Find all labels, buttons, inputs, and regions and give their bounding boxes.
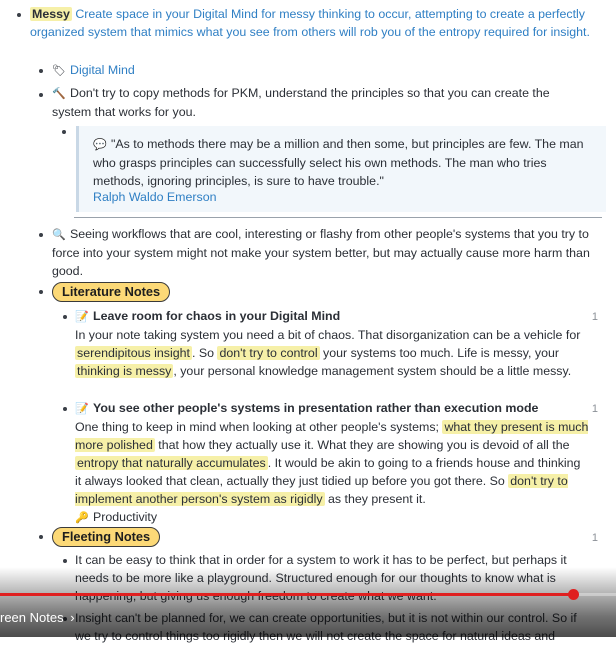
chapter-title: reen Notes bbox=[0, 610, 64, 625]
video-progress-bar[interactable] bbox=[0, 589, 616, 600]
list-item-digital-mind[interactable]: 🏷 Digital Mind bbox=[52, 61, 135, 80]
fleeting-notes-row: Fleeting Notes bbox=[52, 527, 161, 547]
highlight-entropy: entropy that naturally accumulates bbox=[75, 456, 268, 470]
bullet[interactable] bbox=[39, 233, 43, 237]
chaos-text-1: In your note taking system you need a bi… bbox=[75, 328, 581, 342]
quote-text-wrap: 💬 "As to methods there may be a million a… bbox=[93, 135, 598, 190]
methods-text: Don't try to copy methods for PKM, under… bbox=[52, 86, 550, 119]
bullet[interactable] bbox=[39, 290, 43, 294]
divider bbox=[74, 217, 602, 218]
presentation-text-4: as they present it. bbox=[327, 492, 426, 506]
workflows-text: Seeing workflows that are cool, interest… bbox=[52, 227, 590, 278]
video-progress-fill bbox=[0, 593, 573, 596]
productivity-tag[interactable]: Productivity bbox=[93, 510, 157, 524]
memo-icon: 📝 bbox=[75, 403, 89, 415]
magnifier-icon: 🔍 bbox=[52, 229, 66, 241]
chevron-right-icon: › bbox=[70, 610, 75, 625]
quote-text: "As to methods there may be a million an… bbox=[93, 137, 584, 188]
tag-icon: 🏷 bbox=[52, 65, 66, 77]
chaos-text-3: your systems too much. Life is messy, yo… bbox=[323, 346, 559, 360]
presentation-text-2: that how they actually use it. What they… bbox=[158, 438, 570, 452]
messy-label[interactable]: Messy bbox=[30, 7, 72, 21]
hammer-icon: 🔨 bbox=[52, 88, 66, 100]
key-icon: 🔑 bbox=[75, 512, 89, 524]
chapter-title-button[interactable]: reen Notes › bbox=[0, 609, 75, 627]
bullet[interactable] bbox=[63, 559, 67, 563]
chaos-text-2: . So bbox=[191, 346, 215, 360]
quote-block[interactable]: 💬 "As to methods there may be a million a… bbox=[76, 126, 606, 212]
note-page: Messy Create space in your Digital Mind … bbox=[0, 0, 616, 643]
chaos-text-4: , your personal knowledge management sys… bbox=[173, 364, 572, 378]
bullet[interactable] bbox=[63, 315, 67, 319]
note-presentation[interactable]: 📝 You see other people's systems in prese… bbox=[75, 399, 590, 527]
block-ref-count[interactable]: 1 bbox=[592, 400, 598, 418]
note-chaos[interactable]: 📝 Leave room for chaos in your Digital Mi… bbox=[75, 307, 590, 380]
list-item-messy[interactable]: Messy Create space in your Digital Mind … bbox=[30, 5, 590, 41]
literature-notes-tag[interactable]: Literature Notes bbox=[52, 282, 171, 302]
digital-mind-link[interactable]: Digital Mind bbox=[70, 63, 135, 77]
list-item-workflows[interactable]: 🔍 Seeing workflows that are cool, interes… bbox=[52, 225, 592, 280]
highlight-thinking-messy: thinking is messy bbox=[75, 364, 174, 378]
bullet[interactable] bbox=[39, 93, 43, 97]
highlight-dont-control: don't try to control bbox=[217, 346, 320, 360]
messy-text[interactable]: Create space in your Digital Mind for me… bbox=[30, 7, 590, 39]
block-ref-count[interactable]: 1 bbox=[592, 529, 598, 547]
highlight-serendipitous: serendipitous insight bbox=[75, 346, 192, 360]
block-ref-count[interactable]: 1 bbox=[592, 308, 598, 326]
bullet[interactable] bbox=[17, 13, 21, 17]
bullet[interactable] bbox=[39, 535, 43, 539]
bullet[interactable] bbox=[39, 69, 43, 73]
video-scrubber-handle[interactable] bbox=[567, 589, 579, 600]
presentation-title: You see other people's systems in presen… bbox=[93, 401, 539, 415]
chaos-title: Leave room for chaos in your Digital Min… bbox=[93, 309, 341, 323]
fleeting-notes-tag[interactable]: Fleeting Notes bbox=[52, 527, 161, 547]
literature-notes-row: Literature Notes bbox=[52, 282, 171, 302]
presentation-text-1: One thing to keep in mind when looking a… bbox=[75, 420, 439, 434]
list-item-methods[interactable]: 🔨 Don't try to copy methods for PKM, unde… bbox=[52, 84, 592, 121]
memo-icon: 📝 bbox=[75, 311, 89, 323]
video-controls-shade bbox=[0, 567, 616, 637]
quote-author-link[interactable]: Ralph Waldo Emerson bbox=[93, 188, 217, 206]
bullet[interactable] bbox=[62, 130, 66, 134]
speech-bubble-icon: 💬 bbox=[93, 139, 107, 151]
bullet[interactable] bbox=[63, 407, 67, 411]
